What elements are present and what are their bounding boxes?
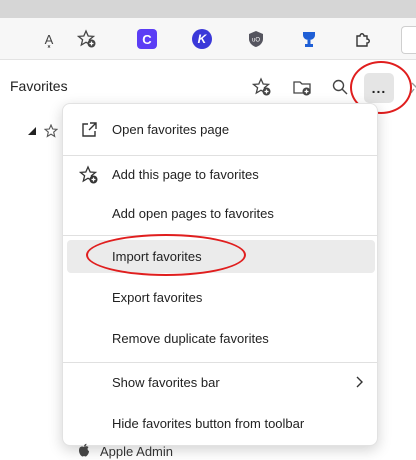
expand-triangle-icon[interactable] — [28, 126, 36, 138]
browser-toolbar: A͓ C K uO — [0, 18, 416, 60]
k-extension-icon[interactable]: K — [192, 29, 212, 49]
add-page-to-favorites-icon[interactable] — [250, 75, 274, 99]
menu-item-label: Remove duplicate favorites — [112, 331, 269, 346]
favorites-more-menu: Open favorites page Add this page to fav… — [62, 103, 378, 446]
add-folder-icon[interactable] — [290, 75, 314, 99]
star-add-icon — [79, 165, 99, 185]
menu-item-hide-favorites-button[interactable]: Hide favorites button from toolbar — [67, 407, 375, 440]
svg-text:uO: uO — [252, 38, 260, 44]
menu-item-add-open-pages[interactable]: Add open pages to favorites — [67, 197, 375, 230]
chevron-right-icon — [351, 374, 367, 390]
menu-item-label: Add open pages to favorites — [112, 206, 274, 221]
menu-item-label: Open favorites page — [112, 122, 230, 137]
menu-separator — [63, 235, 377, 236]
search-icon[interactable] — [328, 75, 352, 99]
extensions-puzzle-icon[interactable] — [352, 28, 374, 50]
add-favorite-icon[interactable] — [76, 28, 98, 50]
open-external-icon — [79, 120, 99, 140]
menu-item-show-favorites-bar[interactable]: Show favorites bar — [67, 366, 375, 399]
favorites-item-label: Apple Admin — [100, 443, 173, 459]
favorites-item-apple-admin[interactable]: Apple Admin — [78, 442, 173, 460]
read-aloud-icon[interactable]: A͓ — [38, 28, 60, 50]
favorites-tree-root[interactable] — [28, 123, 59, 141]
menu-item-export-favorites[interactable]: Export favorites — [67, 281, 375, 314]
favorites-title: Favorites — [10, 78, 68, 94]
toolbar-edge — [401, 26, 416, 54]
window-top-strip — [0, 0, 416, 18]
annotation-circle-import — [86, 234, 246, 276]
shield-extension-icon[interactable]: uO — [245, 28, 267, 50]
menu-item-label: Export favorites — [112, 290, 203, 305]
c-extension-icon[interactable]: C — [137, 29, 157, 49]
apple-logo-icon — [78, 443, 90, 460]
menu-item-label: Add this page to favorites — [112, 167, 259, 182]
menu-item-label: Show favorites bar — [112, 375, 220, 390]
trophy-extension-icon[interactable] — [298, 28, 320, 50]
menu-item-add-this-page[interactable]: Add this page to favorites — [67, 158, 375, 191]
menu-separator — [63, 362, 377, 363]
menu-separator — [63, 155, 377, 156]
star-outline-icon — [43, 123, 59, 141]
menu-item-open-favorites-page[interactable]: Open favorites page — [67, 113, 375, 146]
menu-item-remove-duplicates[interactable]: Remove duplicate favorites — [67, 322, 375, 355]
menu-item-label: Hide favorites button from toolbar — [112, 416, 305, 431]
